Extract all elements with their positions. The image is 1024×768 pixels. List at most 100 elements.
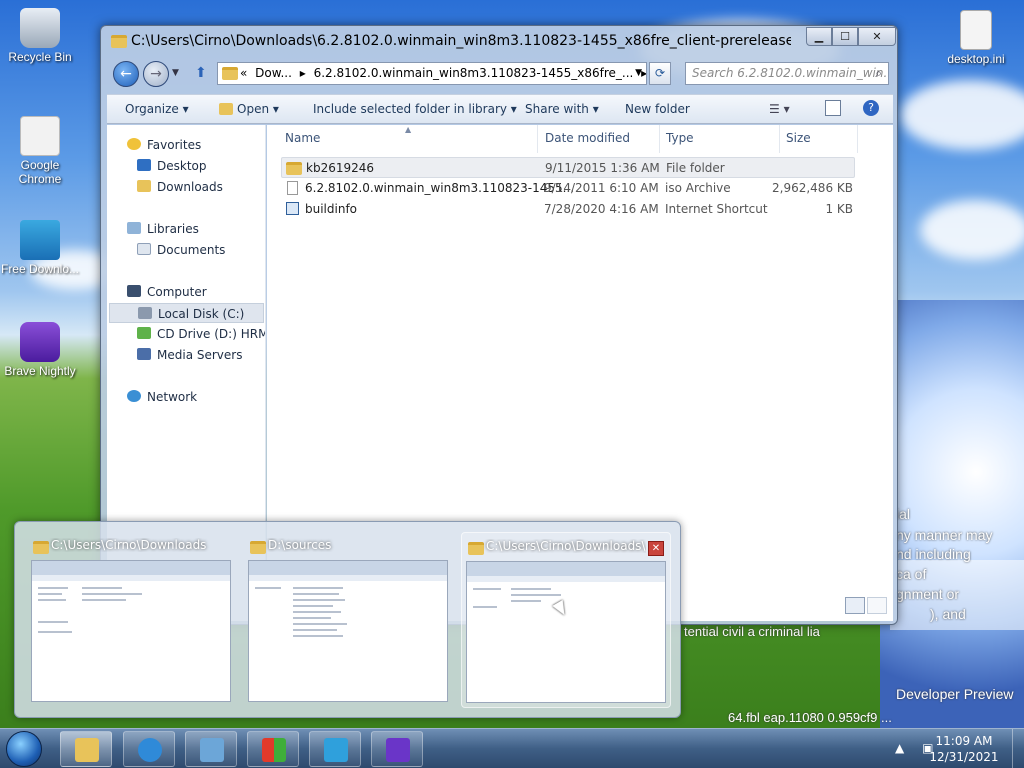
file-row-buildinfo[interactable]: buildinfo 7/28/2020 4:16 AM Internet Sho…	[281, 199, 855, 220]
search-placeholder: Search 6.2.8102.0.winmain_win...	[692, 66, 889, 80]
file-row-iso[interactable]: 6.2.8102.0.winmain_win8m3.110823-1455...…	[281, 178, 855, 199]
thumbnail-close-icon[interactable]: ✕	[648, 541, 664, 556]
thumbnail-preview	[248, 560, 448, 702]
file-icon	[287, 181, 298, 195]
clock-time: 11:09 AM	[935, 734, 993, 748]
command-bar: Organize ▾ Open ▾ Include selected folde…	[107, 94, 893, 124]
nav-cd-drive[interactable]: CD Drive (D:) HRM_C	[137, 324, 265, 344]
nav-label: Media Servers	[157, 348, 243, 362]
organize-button[interactable]: Organize ▾	[125, 102, 189, 116]
back-button[interactable]: ←	[113, 61, 139, 87]
address-dropdown-icon[interactable]: ▼	[635, 63, 642, 84]
cloud	[900, 80, 1024, 150]
nav-documents[interactable]: Documents	[137, 240, 225, 260]
file-date: 7/28/2020 4:16 AM	[544, 202, 659, 216]
maximize-button[interactable]: ☐	[832, 27, 858, 46]
nav-local-disk[interactable]: Local Disk (C:)	[109, 303, 264, 323]
show-hidden-icons-icon[interactable]: ▲	[895, 741, 904, 755]
google-chrome-shortcut[interactable]: Google Chrome	[0, 116, 80, 186]
file-name: 6.2.8102.0.winmain_win8m3.110823-1455...	[305, 181, 575, 195]
search-icon[interactable]: ⌕	[875, 63, 882, 84]
taskbar-internet-explorer[interactable]	[123, 731, 175, 767]
breadcrumb-overflow[interactable]: «	[240, 66, 247, 80]
nav-downloads[interactable]: Downloads	[137, 177, 223, 197]
navigation-row: ← → ▼ ⬆ « Dow... ▸ 6.2.8102.0.winmain_wi…	[101, 58, 897, 90]
column-header-date[interactable]: Date modified	[545, 131, 630, 145]
show-desktop-button[interactable]	[1012, 729, 1024, 768]
nav-label: Computer	[147, 285, 207, 299]
preview-pane-icon[interactable]	[825, 100, 841, 116]
help-icon[interactable]: ?	[863, 100, 879, 116]
column-divider[interactable]	[857, 125, 858, 153]
file-name: kb2619246	[306, 161, 375, 175]
nav-media-servers[interactable]: Media Servers	[137, 345, 242, 365]
desktop-icon-label: Recycle Bin	[8, 50, 72, 64]
clock[interactable]: 11:09 AM 12/31/2021	[924, 733, 1004, 765]
include-in-library-button[interactable]: Include selected folder in library ▾	[313, 102, 517, 116]
breadcrumb-separator[interactable]: ▸	[300, 66, 306, 80]
fdm-icon	[20, 220, 60, 260]
desktop-ini-file[interactable]: desktop.ini	[936, 10, 1016, 66]
desktop-icon-label: desktop.ini	[947, 52, 1005, 66]
file-type: File folder	[666, 161, 725, 175]
minimize-button[interactable]: ▁	[806, 27, 832, 46]
column-divider[interactable]	[659, 125, 660, 153]
thumbnail-current-folder[interactable]: C:\Users\Cirno\Downloads\... ✕	[461, 532, 671, 708]
up-arrow-icon[interactable]: ⬆	[195, 65, 207, 81]
thumbnail-title: D:\sources	[268, 538, 332, 552]
taskbar-photo-viewer[interactable]	[185, 731, 237, 767]
forward-button[interactable]: →	[143, 61, 169, 87]
folder-icon	[222, 67, 238, 80]
address-bar[interactable]: « Dow... ▸ 6.2.8102.0.winmain_win8m3.110…	[217, 62, 647, 85]
details-view-icon[interactable]	[845, 597, 865, 614]
column-divider[interactable]	[537, 125, 538, 153]
file-name: buildinfo	[305, 202, 358, 216]
close-button[interactable]: ✕	[858, 27, 896, 46]
new-folder-button[interactable]: New folder	[625, 102, 690, 116]
breadcrumb-separator[interactable]: ▸	[641, 66, 646, 80]
free-download-manager-shortcut[interactable]: Free Downlo...	[0, 220, 80, 276]
nav-desktop[interactable]: Desktop	[137, 156, 207, 176]
taskbar-windows-app[interactable]	[247, 731, 299, 767]
folder-icon	[75, 738, 99, 762]
folder-icon	[111, 35, 127, 48]
refresh-button[interactable]: ⟳	[649, 62, 671, 85]
taskbar-explorer[interactable]	[60, 731, 112, 767]
nav-libraries[interactable]: Libraries	[127, 219, 199, 239]
thumbnail-downloads[interactable]: C:\Users\Cirno\Downloads	[27, 532, 237, 708]
recycle-bin-icon[interactable]: Recycle Bin	[0, 8, 80, 64]
thumbnail-sources[interactable]: D:\sources	[244, 532, 454, 708]
thumbnail-title: C:\Users\Cirno\Downloads	[51, 538, 207, 552]
column-header-name[interactable]: Name	[285, 131, 320, 145]
wallpaper-text: ny manner may	[896, 527, 993, 543]
brave-nightly-shortcut[interactable]: Brave Nightly	[0, 322, 80, 378]
window-title: C:\Users\Cirno\Downloads\6.2.8102.0.winm…	[131, 33, 791, 49]
column-divider[interactable]	[779, 125, 780, 153]
nav-network[interactable]: Network	[127, 387, 197, 407]
breadcrumb-downloads[interactable]: Dow...	[255, 66, 292, 80]
open-icon	[219, 103, 233, 115]
title-bar[interactable]: C:\Users\Cirno\Downloads\6.2.8102.0.winm…	[101, 26, 897, 56]
desktop-icon-label: Brave Nightly	[4, 364, 76, 378]
search-input[interactable]: Search 6.2.8102.0.winmain_win... ⌕	[685, 62, 889, 85]
taskbar-brave-nightly[interactable]	[371, 731, 423, 767]
documents-icon	[137, 243, 151, 255]
start-button[interactable]	[6, 731, 42, 767]
wallpaper-text: ial	[896, 506, 911, 522]
libraries-icon	[127, 222, 141, 234]
nav-computer[interactable]: Computer	[127, 282, 207, 302]
column-header-type[interactable]: Type	[666, 131, 694, 145]
nav-favorites[interactable]: Favorites	[127, 135, 201, 155]
large-icons-view-icon[interactable]	[867, 597, 887, 614]
open-button[interactable]: Open ▾	[219, 102, 279, 116]
breadcrumb-current[interactable]: 6.2.8102.0.winmain_win8m3.110823-1455_x8…	[314, 66, 634, 80]
settings-file-icon	[960, 10, 992, 50]
recent-pages-chevron-icon[interactable]: ▼	[172, 68, 179, 78]
taskbar-free-download-manager[interactable]	[309, 731, 361, 767]
wallpaper-text: tential civil a criminal lia	[684, 624, 820, 639]
file-row-kb2619246[interactable]: kb2619246 9/11/2015 1:36 AM File folder	[281, 157, 855, 178]
column-header-size[interactable]: Size	[786, 131, 811, 145]
share-with-button[interactable]: Share with ▾	[525, 102, 599, 116]
thumbnail-preview	[31, 560, 231, 702]
view-options-icon[interactable]: ☰ ▾	[769, 102, 790, 116]
